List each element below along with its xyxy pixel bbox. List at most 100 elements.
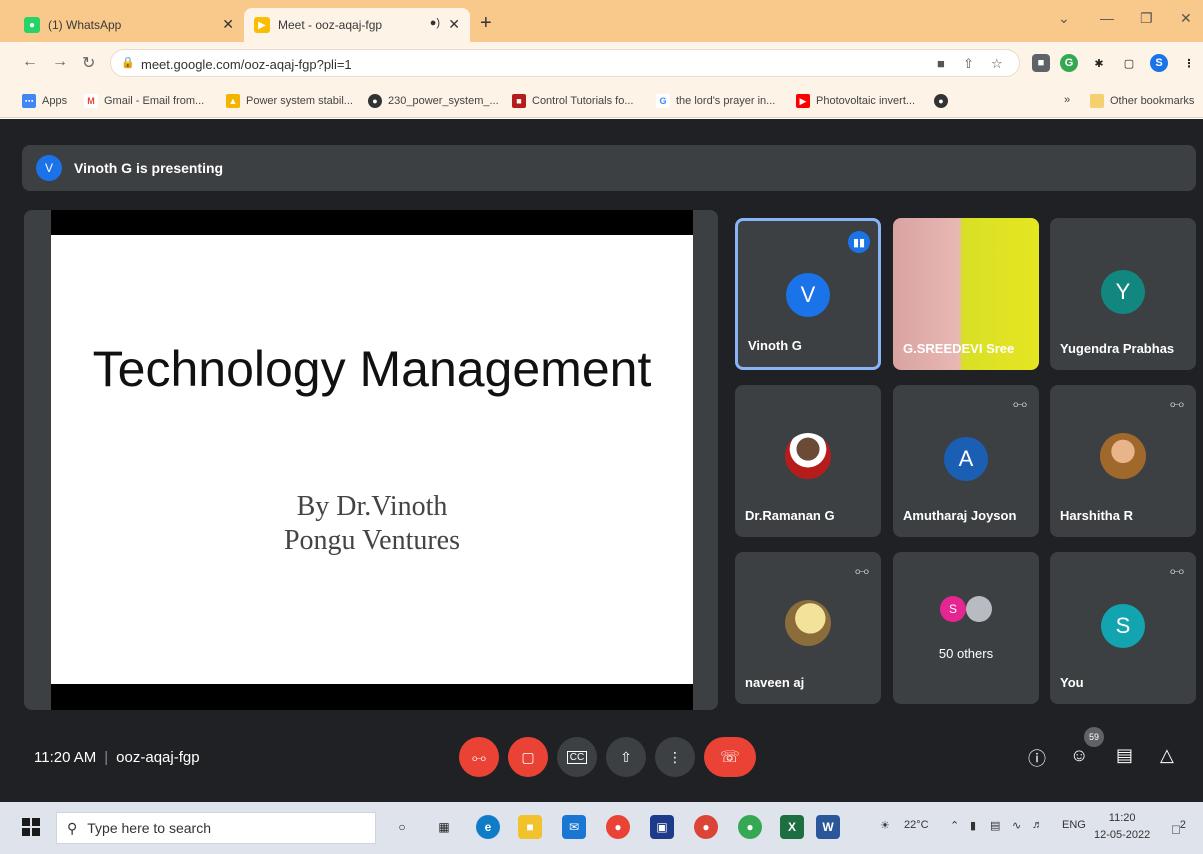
close-tab-icon[interactable]: ✕	[222, 16, 234, 33]
taskbar-search[interactable]: ⚲ Type here to search	[56, 812, 376, 844]
show-hidden-icons[interactable]: ⌃	[950, 819, 959, 832]
close-window-icon[interactable]: ✕	[1180, 10, 1192, 27]
tab-strip: ● (1) WhatsApp ✕ ▶ Meet - ooz-aqaj-fgp ●…	[0, 0, 1203, 42]
camera-toggle-button[interactable]: ▢	[508, 737, 548, 777]
forward-icon[interactable]: →	[52, 53, 68, 71]
bookmark-230-power-system[interactable]: ● 230_power_system_...	[368, 94, 499, 108]
mic-off-icon: ⧟	[472, 748, 486, 765]
more-vert-icon: ⋮	[668, 748, 682, 765]
participant-tile[interactable]: Y Yugendra Prabhas	[1050, 218, 1196, 370]
bookmark-photovoltaic[interactable]: ▶ Photovoltaic invert...	[796, 94, 915, 108]
menu-kebab-icon[interactable]: ⋮	[1180, 54, 1198, 72]
mic-toggle-button[interactable]: ⧟	[459, 737, 499, 777]
more-bookmarks-icon[interactable]: »	[1064, 94, 1070, 106]
extensions-puzzle-icon[interactable]: ✱	[1090, 54, 1108, 72]
participant-tile[interactable]: ⧟ naveen aj	[735, 552, 881, 704]
slide-company: Pongu Ventures	[283, 525, 461, 556]
bookmark-control-tutorials[interactable]: ■ Control Tutorials fo...	[512, 94, 634, 108]
people-button[interactable]: ☺	[1070, 745, 1088, 766]
present-button[interactable]: ⇧	[606, 737, 646, 777]
bookmark-star-icon[interactable]: ☆	[991, 56, 1003, 72]
reload-icon[interactable]: ↻	[82, 53, 95, 73]
extension-icon[interactable]: ■	[1032, 54, 1050, 72]
more-options-button[interactable]: ⋮	[655, 737, 695, 777]
participant-tile-self[interactable]: ⧟ S You	[1050, 552, 1196, 704]
share-icon[interactable]: ⇧	[963, 56, 974, 72]
system-clock[interactable]: 11:20 12-05-2022	[1094, 810, 1150, 844]
cortana-icon[interactable]: ○	[390, 815, 414, 839]
globe-icon: ●	[934, 94, 948, 108]
slide-author: By Dr.Vinoth	[296, 491, 448, 522]
search-placeholder: Type here to search	[87, 820, 212, 836]
weather-temp[interactable]: 22°C	[904, 819, 929, 831]
others-count: 50 others	[938, 646, 994, 661]
folder-icon	[1090, 94, 1104, 108]
participant-tile[interactable]: ▮▮ V Vinoth G	[735, 218, 881, 370]
minimize-icon[interactable]: —	[1100, 10, 1114, 26]
volume-icon[interactable]: ♬	[1032, 819, 1043, 831]
tab-whatsapp[interactable]: ● (1) WhatsApp ✕	[14, 8, 244, 42]
slide-title: Technology Management	[92, 341, 652, 397]
bookmark-label: Photovoltaic invert...	[816, 95, 916, 107]
activities-button[interactable]: △	[1160, 745, 1174, 766]
participant-tile[interactable]: Dr.Ramanan G	[735, 385, 881, 537]
avatar-photo	[785, 433, 831, 479]
bookmark-lords-prayer[interactable]: G the lord's prayer in...	[656, 94, 775, 108]
participant-tile[interactable]: ⧟ Harshitha R	[1050, 385, 1196, 537]
chat-button[interactable]: ▤	[1116, 745, 1133, 766]
avatar: Y	[1101, 270, 1145, 314]
lock-icon[interactable]: 🔒	[121, 56, 135, 69]
profile-avatar[interactable]: S	[1150, 54, 1168, 72]
participant-tile-video[interactable]: G.SREEDEVI Sree	[893, 218, 1039, 370]
battery-icon[interactable]: ▮	[970, 819, 976, 832]
participant-name: G.SREEDEVI Sree	[903, 341, 1015, 356]
wifi-icon[interactable]: ∿	[1012, 819, 1021, 832]
address-bar[interactable]: 🔒 meet.google.com/ooz-aqaj-fgp?pli=1 ■ ⇧…	[110, 49, 1020, 77]
presentation-stage: Technology Management By Dr.Vinoth Pongu…	[24, 210, 718, 710]
participant-name: Harshitha R	[1060, 508, 1133, 523]
extension-icon[interactable]: G	[1060, 54, 1078, 72]
close-tab-icon[interactable]: ✕	[448, 16, 460, 33]
bookmark-power-system[interactable]: ▲ Power system stabil...	[226, 94, 353, 108]
camera-in-use-icon[interactable]: ■	[937, 56, 945, 71]
bookmark-gmail[interactable]: M Gmail - Email from...	[84, 94, 204, 108]
google-icon: G	[656, 94, 670, 108]
edge-icon[interactable]: e	[476, 815, 500, 839]
new-tab-icon[interactable]: +	[480, 12, 492, 35]
file-explorer-icon[interactable]: ■	[518, 815, 542, 839]
bookmark-other[interactable]: Other bookmarks	[1090, 94, 1194, 108]
tab-search-icon[interactable]: ⌄	[1058, 10, 1070, 27]
excel-icon[interactable]: X	[780, 815, 804, 839]
tab-meet[interactable]: ▶ Meet - ooz-aqaj-fgp ●) ✕	[244, 8, 470, 42]
leave-call-button[interactable]: ☏	[704, 737, 756, 777]
mail-icon[interactable]: ✉	[562, 815, 586, 839]
weather-icon[interactable]: ☀	[880, 819, 890, 832]
participant-name: Amutharaj Joyson	[903, 508, 1017, 523]
hang-up-icon: ☏	[719, 749, 740, 766]
task-view-icon[interactable]: ▦	[432, 815, 456, 839]
bookmark-apps[interactable]: ⋯ Apps	[22, 94, 67, 108]
participant-tile[interactable]: ⧟ A Amutharaj Joyson	[893, 385, 1039, 537]
audio-playing-icon[interactable]: ●)	[430, 17, 440, 29]
input-language[interactable]: ENG	[1062, 819, 1086, 831]
bookmark-label: Gmail - Email from...	[104, 95, 205, 107]
meeting-info-button[interactable]: ⓘ	[1028, 745, 1046, 771]
participant-name: Vinoth G	[748, 338, 802, 353]
chrome-profile-icon[interactable]: ●	[694, 815, 718, 839]
participant-tile-others[interactable]: S 50 others	[893, 552, 1039, 704]
start-button[interactable]	[22, 818, 40, 836]
captions-button[interactable]: CC	[557, 737, 597, 777]
word-icon[interactable]: W	[816, 815, 840, 839]
side-panel-icon[interactable]: ▢	[1120, 54, 1138, 72]
chrome-profile-icon[interactable]: ●	[738, 815, 762, 839]
bookmark-label: Control Tutorials fo...	[532, 95, 634, 107]
bookmark-label: Power system stabil...	[246, 95, 353, 107]
chrome-icon[interactable]: ●	[606, 815, 630, 839]
maximize-icon[interactable]: ❐	[1140, 10, 1153, 27]
network-icon[interactable]: ▤	[990, 819, 1000, 832]
bookmark-globe[interactable]: ●	[934, 94, 954, 108]
notifications-icon[interactable]: □2	[1172, 819, 1186, 836]
back-icon[interactable]: ←	[22, 53, 38, 71]
zoom-icon[interactable]: ▣	[650, 815, 674, 839]
participant-name: You	[1060, 675, 1084, 690]
